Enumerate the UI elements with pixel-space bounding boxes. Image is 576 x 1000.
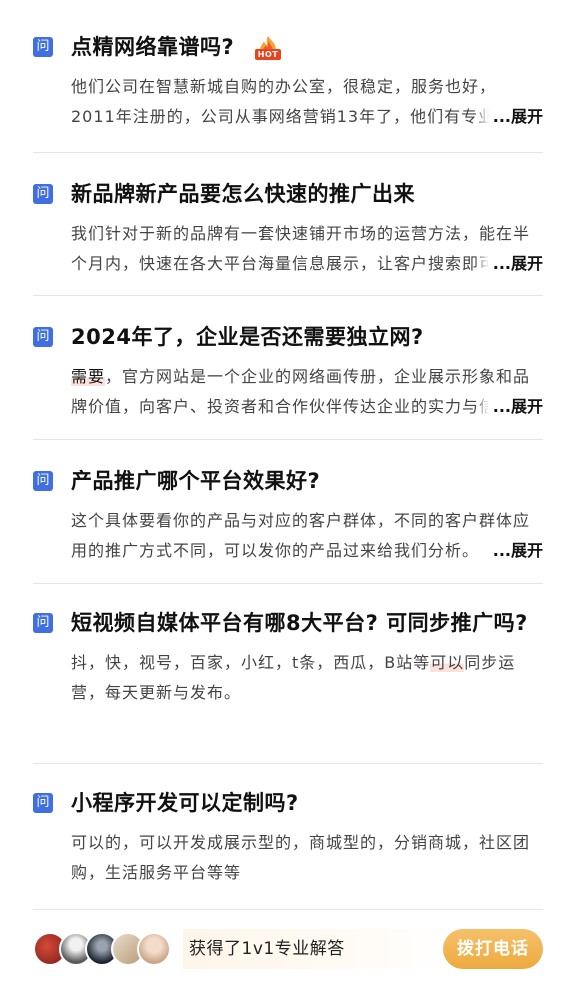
- qa-item: 问 2024年了，企业是否还需要独立网? 需要，官方网站是一个企业的网络画传册，…: [33, 296, 543, 440]
- hot-badge-label: HOT: [257, 50, 279, 59]
- answer-block: 可以的，可以开发成展示型的，商城型的，分销商城，社区团购，生活服务平台等等: [71, 828, 543, 888]
- answer-text: 这个具体要看你的产品与对应的客户群体，不同的客户群体应用的推广方式不同，可以发你…: [71, 511, 531, 560]
- qa-item: 问 小程序开发可以定制吗? 可以的，可以开发成展示型的，商城型的，分销商城，社区…: [33, 764, 543, 910]
- consult-bar-text: 获得了1v1专业解答: [183, 929, 443, 969]
- answer-text: 可以的，可以开发成展示型的，商城型的，分销商城，社区团购，生活服务平台等等: [71, 833, 531, 882]
- answer-text: 他们公司在智慧新城自购的办公室，很稳定，服务也好，2011年注册的，公司从事网络…: [71, 77, 528, 126]
- qa-item: 问 点精网络靠谱吗? HOT 他们公司在智慧新城自购的办公室，很稳定，服务也好，…: [33, 0, 543, 153]
- expand-link[interactable]: ...展开: [474, 249, 543, 279]
- question-row: 问 新品牌新产品要怎么快速的推广出来: [33, 175, 543, 213]
- avatar-group: [33, 932, 171, 966]
- answer-block: 他们公司在智慧新城自购的办公室，很稳定，服务也好，2011年注册的，公司从事网络…: [71, 72, 543, 132]
- question-row: 问 小程序开发可以定制吗?: [33, 784, 543, 822]
- question-title[interactable]: 点精网络靠谱吗? HOT: [71, 28, 543, 66]
- question-text: 点精网络靠谱吗?: [71, 35, 235, 59]
- answer-text: 抖，快，视号，百家，小红，t条，西瓜，B站等可以同步运营，每天更新与发布。: [71, 648, 543, 708]
- question-row: 问 产品推广哪个平台效果好?: [33, 462, 543, 500]
- answer-block: 需要，官方网站是一个企业的网络画传册，企业展示形象和品牌价值，向客户、投资者和合…: [71, 362, 543, 422]
- expand-link[interactable]: ...展开: [474, 536, 543, 566]
- qa-item: 问 新品牌新产品要怎么快速的推广出来 我们针对于新的品牌有一套快速铺开市场的运营…: [33, 153, 543, 296]
- question-row: 问 2024年了，企业是否还需要独立网?: [33, 318, 543, 356]
- hot-flame-icon: HOT: [254, 35, 282, 61]
- answer-body: ，官方网站是一个企业的网络画传册，企业展示形象和品牌价值，向客户、投资者和合作伙…: [71, 367, 531, 416]
- question-row: 问 短视频自媒体平台有哪8大平台? 可同步推广吗?: [33, 604, 543, 642]
- question-title[interactable]: 短视频自媒体平台有哪8大平台? 可同步推广吗?: [71, 604, 543, 642]
- qa-page: 问 点精网络靠谱吗? HOT 他们公司在智慧新城自购的办公室，很稳定，服务也好，…: [0, 0, 576, 1000]
- answer-highlight: 需要: [71, 367, 106, 386]
- question-title[interactable]: 小程序开发可以定制吗?: [71, 784, 543, 822]
- answer-text: 需要，官方网站是一个企业的网络画传册，企业展示形象和品牌价值，向客户、投资者和合…: [71, 362, 543, 422]
- question-title[interactable]: 产品推广哪个平台效果好?: [71, 462, 543, 500]
- answer-highlight: 可以: [430, 653, 465, 672]
- answer-block: 我们针对于新的品牌有一套快速铺开市场的运营方法，能在半个月内，快速在各大平台海量…: [71, 219, 543, 279]
- avatar: [137, 932, 171, 966]
- answer-body: 抖，快，视号，百家，小红，t条，西瓜，B站等: [71, 653, 431, 672]
- answer-text: 我们针对于新的品牌有一套快速铺开市场的运营方法，能在半个月内，快速在各大平台海量…: [71, 224, 531, 273]
- qa-item: 问 产品推广哪个平台效果好? 这个具体要看你的产品与对应的客户群体，不同的客户群…: [33, 440, 543, 584]
- answer-block: 这个具体要看你的产品与对应的客户群体，不同的客户群体应用的推广方式不同，可以发你…: [71, 506, 543, 566]
- question-badge-icon: 问: [33, 37, 53, 57]
- question-badge-icon: 问: [33, 184, 53, 204]
- consult-bar: 获得了1v1专业解答 拨打电话: [33, 923, 543, 975]
- question-badge-icon: 问: [33, 613, 53, 633]
- expand-link[interactable]: ...展开: [474, 392, 543, 422]
- question-badge-icon: 问: [33, 793, 53, 813]
- qa-item: 问 短视频自媒体平台有哪8大平台? 可同步推广吗? 抖，快，视号，百家，小红，t…: [33, 584, 543, 764]
- question-title[interactable]: 2024年了，企业是否还需要独立网?: [71, 318, 543, 356]
- answer-block: 抖，快，视号，百家，小红，t条，西瓜，B站等可以同步运营，每天更新与发布。: [71, 648, 543, 708]
- question-row: 问 点精网络靠谱吗? HOT: [33, 28, 543, 66]
- call-button[interactable]: 拨打电话: [443, 929, 543, 969]
- question-badge-icon: 问: [33, 327, 53, 347]
- expand-link[interactable]: ...展开: [474, 102, 543, 132]
- question-badge-icon: 问: [33, 471, 53, 491]
- question-title[interactable]: 新品牌新产品要怎么快速的推广出来: [71, 175, 543, 213]
